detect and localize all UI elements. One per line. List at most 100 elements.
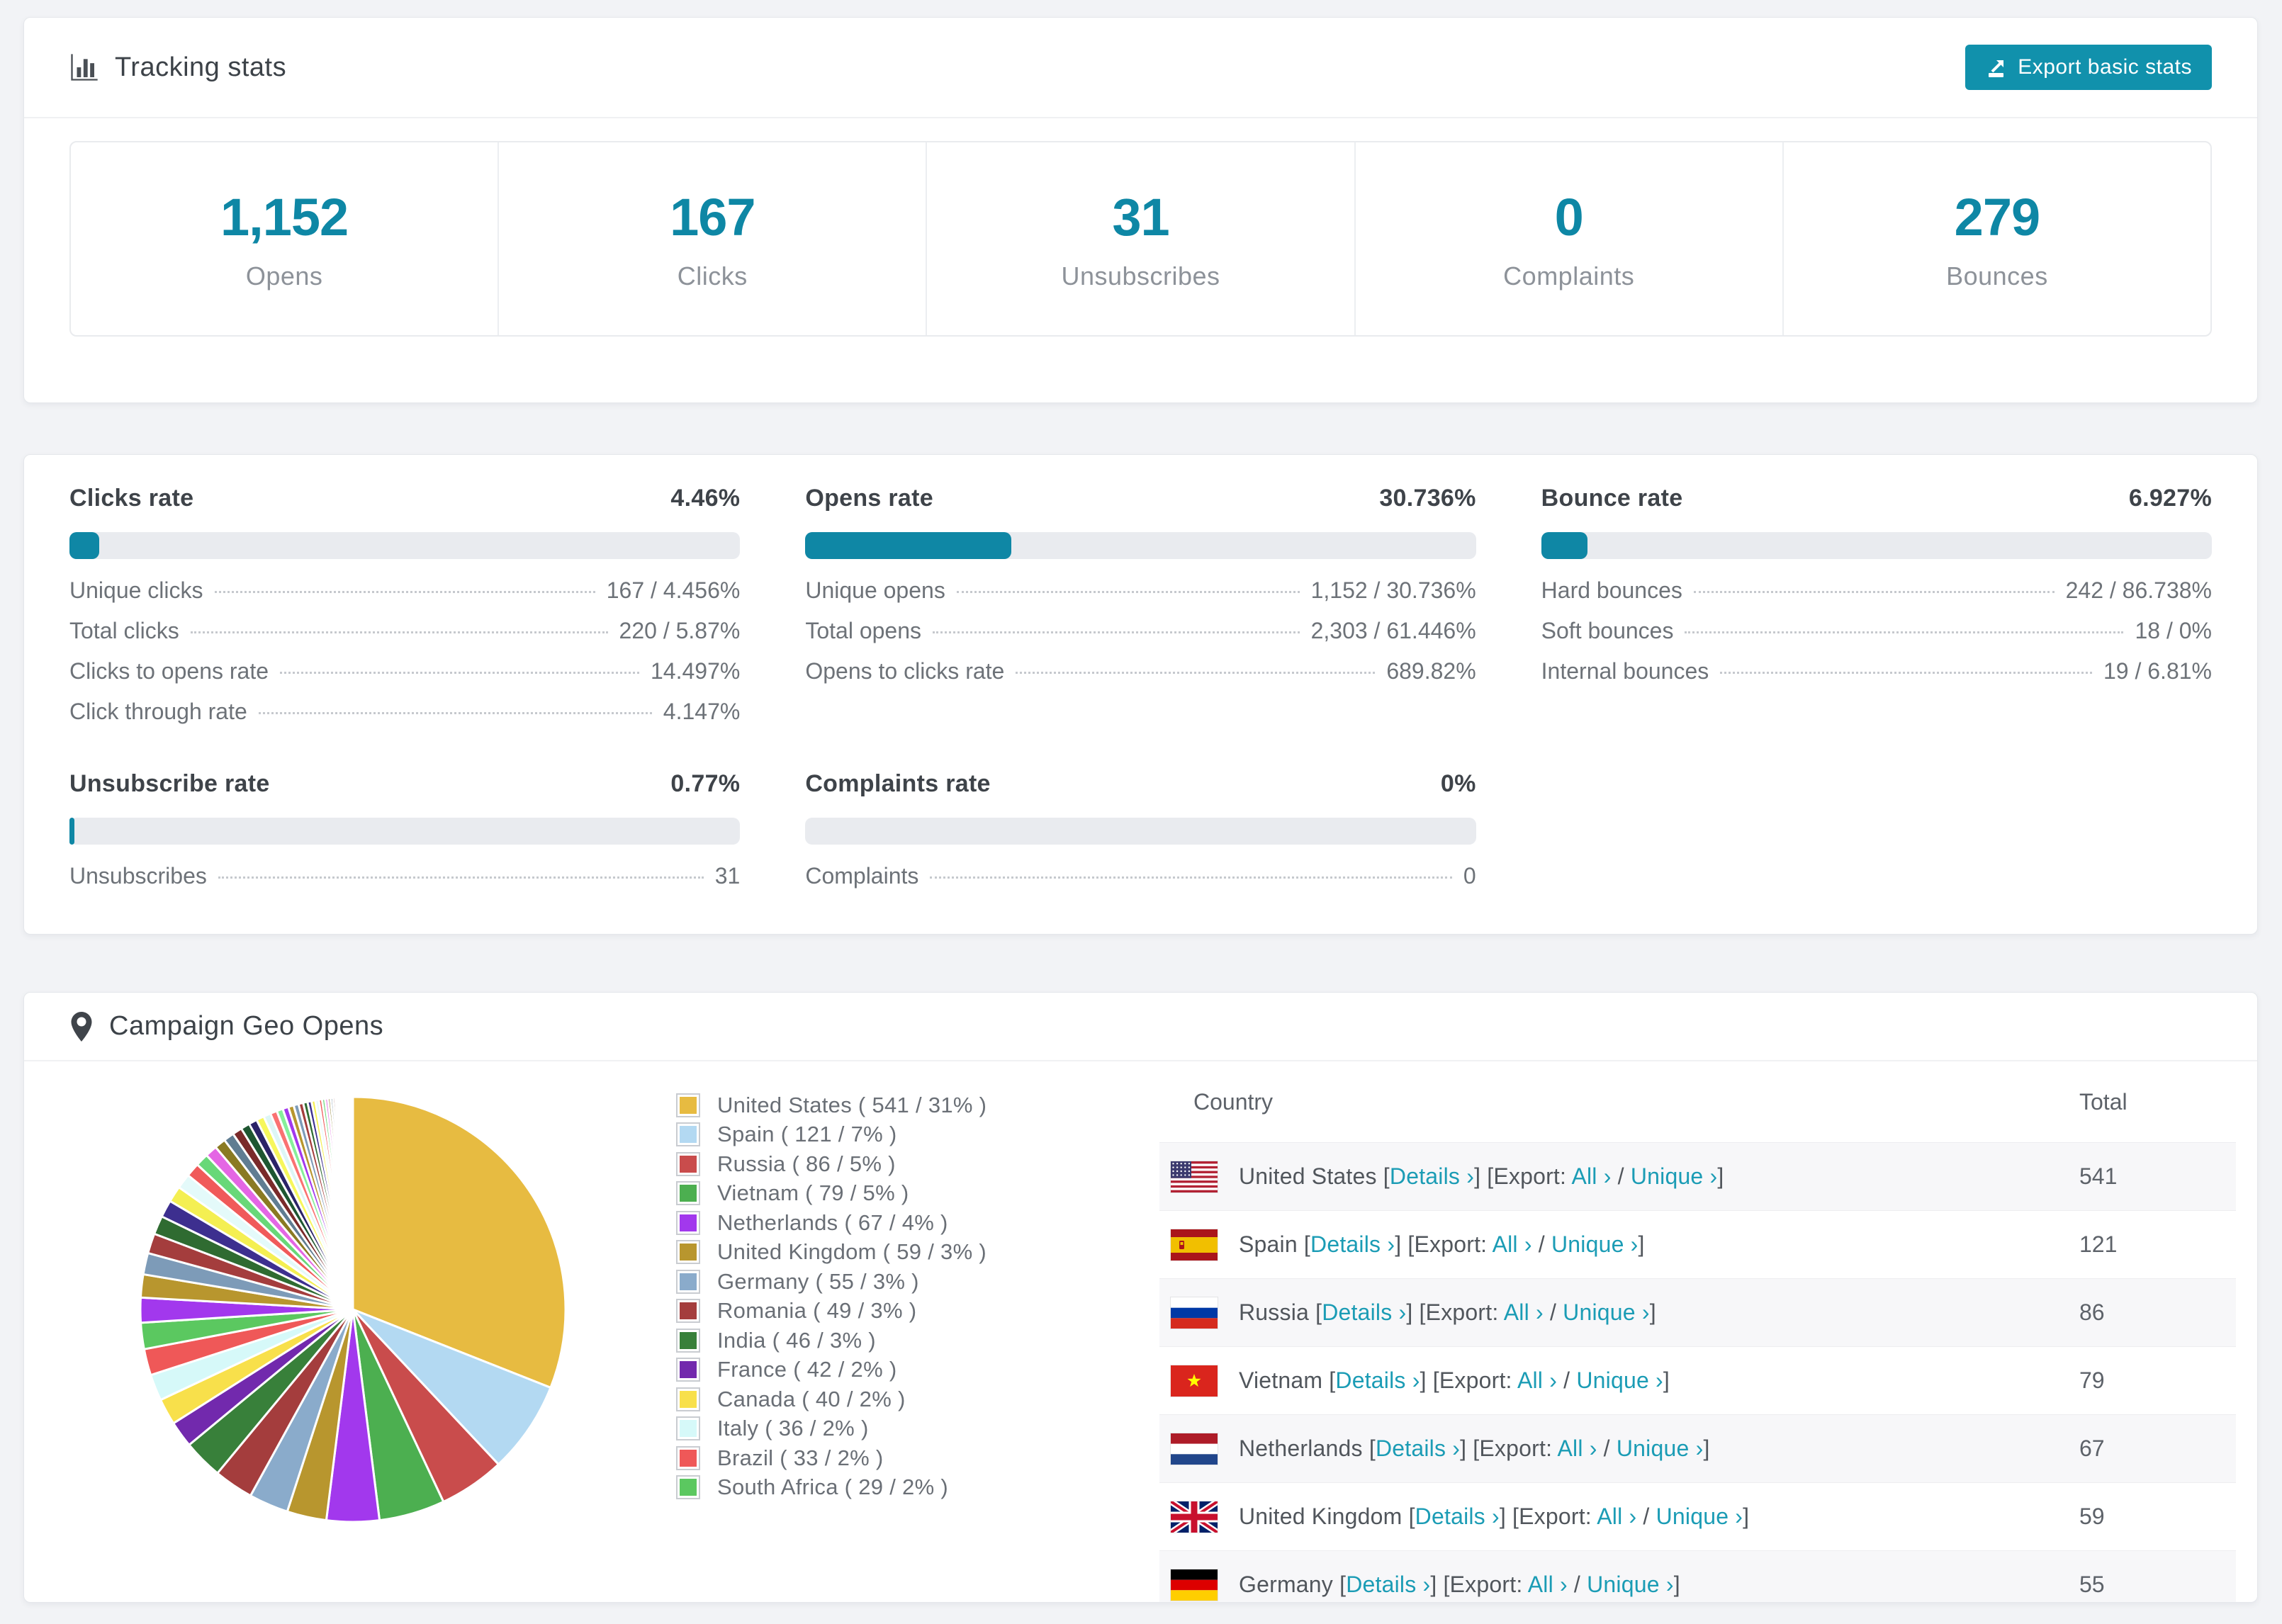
- legend-item-romania[interactable]: Romania ( 49 / 3% ): [676, 1297, 987, 1326]
- progress-bar-fill: [69, 818, 75, 845]
- dotted-leader: [1685, 631, 2124, 633]
- legend-item-india[interactable]: India ( 46 / 3% ): [676, 1326, 987, 1355]
- rate-row-label: Click through rate: [69, 699, 247, 724]
- export-unique-link[interactable]: Unique ›: [1551, 1231, 1639, 1257]
- legend-item-spain[interactable]: Spain ( 121 / 7% ): [676, 1120, 987, 1150]
- geo-row-total: 86: [2079, 1299, 2105, 1325]
- export-all-link[interactable]: All ›: [1493, 1231, 1532, 1257]
- flag-icon-de: [1171, 1569, 1218, 1601]
- rate-row-label: Total opens: [805, 618, 921, 643]
- rate-title: Bounce rate: [1541, 485, 1683, 512]
- stat-opens: 1,152 Opens: [71, 142, 500, 335]
- geo-row-netherlands: Netherlands [Details ›] [Export: All › /…: [1159, 1414, 2236, 1482]
- details-link[interactable]: Details ›: [1390, 1163, 1474, 1189]
- export-unique-link[interactable]: Unique ›: [1587, 1572, 1674, 1597]
- details-link[interactable]: Details ›: [1335, 1368, 1420, 1393]
- legend-item-italy[interactable]: Italy ( 36 / 2% ): [676, 1414, 987, 1444]
- geo-row-text: Netherlands [Details ›] [Export: All › /…: [1239, 1436, 1710, 1461]
- legend-item-south-africa[interactable]: South Africa ( 29 / 2% ): [676, 1473, 987, 1503]
- tracking-stats-header: Tracking stats Export basic stats: [24, 18, 2257, 118]
- dotted-leader: [933, 631, 1300, 633]
- rate-row-label: Unique clicks: [69, 577, 203, 603]
- legend-swatch: [676, 1093, 700, 1117]
- export-unique-link[interactable]: Unique ›: [1576, 1368, 1663, 1393]
- rate-row-label: Total clicks: [69, 618, 179, 643]
- legend-item-vietnam[interactable]: Vietnam ( 79 / 5% ): [676, 1179, 987, 1209]
- tracking-stats-card: Tracking stats Export basic stats 1,152 …: [23, 17, 2258, 403]
- stat-unsubscribes: 31 Unsubscribes: [927, 142, 1356, 335]
- pie-chart: [126, 1083, 580, 1536]
- export-all-link[interactable]: All ›: [1557, 1436, 1597, 1461]
- geo-row-total: 55: [2079, 1572, 2105, 1597]
- legend-item-russia[interactable]: Russia ( 86 / 5% ): [676, 1149, 987, 1179]
- legend-item-brazil[interactable]: Brazil ( 33 / 2% ): [676, 1443, 987, 1473]
- export-basic-stats-button[interactable]: Export basic stats: [1965, 45, 2212, 90]
- rate-row-value: 4.147%: [663, 699, 741, 724]
- legend-item-germany[interactable]: Germany ( 55 / 3% ): [676, 1267, 987, 1297]
- geo-row-text: United Kingdom [Details ›] [Export: All …: [1239, 1504, 1750, 1529]
- details-link[interactable]: Details ›: [1415, 1504, 1500, 1529]
- rate-rows: Unique opens 1,152 / 30.736% Total opens…: [805, 577, 1476, 699]
- stat-clicks: 167 Clicks: [499, 142, 928, 335]
- flag-icon-es: [1171, 1229, 1218, 1261]
- stat-label: Complaints: [1503, 261, 1635, 291]
- legend-item-united-kingdom[interactable]: United Kingdom ( 59 / 3% ): [676, 1238, 987, 1268]
- legend-item-united-states[interactable]: United States ( 541 / 31% ): [676, 1090, 987, 1120]
- rate-row-label: Clicks to opens rate: [69, 658, 269, 684]
- legend-label: Romania ( 49 / 3% ): [717, 1298, 917, 1324]
- details-link[interactable]: Details ›: [1310, 1231, 1395, 1257]
- details-link[interactable]: Details ›: [1322, 1299, 1406, 1325]
- legend-item-netherlands[interactable]: Netherlands ( 67 / 4% ): [676, 1208, 987, 1238]
- export-unique-link[interactable]: Unique ›: [1563, 1299, 1650, 1325]
- details-link[interactable]: Details ›: [1346, 1572, 1430, 1597]
- legend-label: Russia ( 86 / 5% ): [717, 1151, 896, 1176]
- flag-icon-nl: [1171, 1433, 1218, 1465]
- legend-label: United States ( 541 / 31% ): [717, 1092, 987, 1117]
- flag-icon-ru: [1171, 1297, 1218, 1329]
- rate-title: Complaints rate: [805, 770, 991, 797]
- rate-row-label: Internal bounces: [1541, 658, 1709, 684]
- flag-icon-vn: [1171, 1365, 1218, 1397]
- rate-row-value: 689.82%: [1386, 658, 1476, 684]
- geo-row-text: Germany [Details ›] [Export: All › / Uni…: [1239, 1572, 1680, 1597]
- export-all-link[interactable]: All ›: [1597, 1504, 1636, 1529]
- rate-row-value: 19 / 6.81%: [2103, 658, 2212, 684]
- progress-bar-fill: [1541, 532, 1588, 559]
- rate-head: Bounce rate 6.927%: [1541, 485, 2212, 512]
- legend-label: Germany ( 55 / 3% ): [717, 1268, 919, 1294]
- export-unique-link[interactable]: Unique ›: [1656, 1504, 1743, 1529]
- export-all-link[interactable]: All ›: [1517, 1368, 1557, 1393]
- rate-value: 30.736%: [1379, 485, 1476, 512]
- geo-row-united-kingdom: United Kingdom [Details ›] [Export: All …: [1159, 1482, 2236, 1550]
- legend-item-france[interactable]: France ( 42 / 2% ): [676, 1355, 987, 1385]
- export-unique-link[interactable]: Unique ›: [1617, 1436, 1704, 1461]
- campaign-geo-opens-card: Campaign Geo Opens United States ( 541 /…: [23, 992, 2258, 1603]
- rate-title: Unsubscribe rate: [69, 770, 270, 797]
- map-pin-icon: [69, 1011, 94, 1042]
- legend-label: South Africa ( 29 / 2% ): [717, 1474, 948, 1500]
- legend-swatch: [676, 1181, 700, 1206]
- export-all-link[interactable]: All ›: [1504, 1299, 1544, 1325]
- rate-row-label: Unsubscribes: [69, 863, 207, 889]
- legend-swatch: [676, 1240, 700, 1265]
- export-icon: [1985, 56, 2008, 79]
- progress-bar-fill: [69, 532, 100, 559]
- export-all-link[interactable]: All ›: [1571, 1163, 1611, 1189]
- rate-row-value: 220 / 5.87%: [619, 618, 741, 643]
- legend-swatch: [676, 1299, 700, 1324]
- legend-label: Netherlands ( 67 / 4% ): [717, 1209, 948, 1235]
- pie-slice-other[interactable]: [351, 1095, 354, 1311]
- details-link[interactable]: Details ›: [1376, 1436, 1460, 1461]
- export-all-link[interactable]: All ›: [1528, 1572, 1568, 1597]
- legend-item-canada[interactable]: Canada ( 40 / 2% ): [676, 1385, 987, 1414]
- rate-value: 6.927%: [2128, 485, 2212, 512]
- stat-bounces: 279 Bounces: [1784, 142, 2210, 335]
- export-unique-link[interactable]: Unique ›: [1631, 1163, 1718, 1189]
- rate-section-opens-rate: Opens rate 30.736% Unique opens 1,152 / …: [805, 485, 1476, 739]
- stat-value: 167: [670, 187, 755, 247]
- dotted-leader: [280, 672, 639, 674]
- geo-header: Campaign Geo Opens: [24, 993, 2257, 1061]
- geo-content: United States ( 541 / 31% ) Spain ( 121 …: [24, 1061, 2257, 1602]
- stat-complaints: 0 Complaints: [1356, 142, 1784, 335]
- geo-table-header: Country Total: [1159, 1061, 2236, 1142]
